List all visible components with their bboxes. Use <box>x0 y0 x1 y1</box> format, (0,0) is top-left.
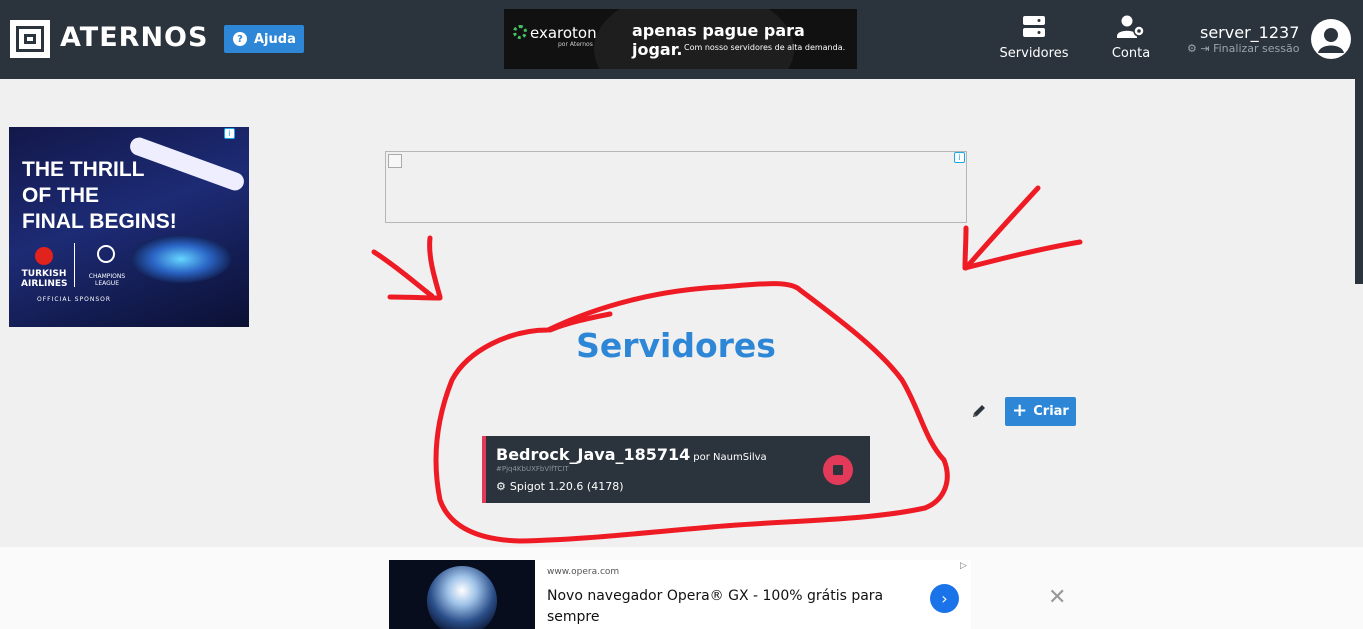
server-card[interactable]: Bedrock_Java_185714 por NaumSilva #Pjq4Kb… <box>482 436 870 503</box>
ad-league-label: CHAMPIONS LEAGUE <box>88 273 126 287</box>
user-icon <box>1318 28 1344 53</box>
ad-airline-label: TURKISH AIRLINES <box>21 269 68 289</box>
ad-info-icon[interactable]: i <box>224 128 235 139</box>
exaroton-logo-icon <box>513 25 527 39</box>
top-navbar: ATERNOS ? Ajuda exaroton por Aternos ape… <box>0 0 1363 79</box>
ad-thumbnail <box>389 560 535 629</box>
bottom-ad-opera[interactable]: www.opera.com Novo navegador Opera® GX -… <box>389 560 971 629</box>
broken-image-icon <box>388 154 402 168</box>
help-label: Ajuda <box>254 31 296 47</box>
server-status-stop-icon[interactable] <box>823 455 853 485</box>
gear-icon[interactable]: ⚙ <box>1187 42 1197 55</box>
chevron-right-icon[interactable]: › <box>930 584 959 613</box>
page-title: Servidores <box>576 326 776 365</box>
server-name: Bedrock_Java_185714 <box>496 445 691 464</box>
help-button[interactable]: ? Ajuda <box>224 25 304 53</box>
ad-title: Novo navegador Opera® GX - 100% grátis p… <box>547 588 884 625</box>
ad-brand-sub: por Aternos <box>558 41 593 48</box>
logout-icon: ⇥ <box>1200 42 1210 55</box>
question-icon: ? <box>233 32 247 46</box>
ad-info-icon[interactable]: i <box>954 152 965 163</box>
ad-placeholder[interactable] <box>385 151 967 223</box>
server-software: Spigot 1.20.6 (4178) <box>509 480 624 493</box>
turkish-airlines-logo-icon <box>35 247 53 265</box>
scrollbar[interactable] <box>1355 79 1363 284</box>
stadium-graphic <box>131 235 231 283</box>
logout-label: Finalizar sessão <box>1213 42 1300 55</box>
annotation-arrow-right <box>962 185 1083 271</box>
server-icon <box>1023 16 1045 37</box>
ad-headline: THE THRILL OF THE FINAL BEGINS! <box>22 158 177 233</box>
adchoices-icon[interactable]: ▷ <box>960 561 967 571</box>
sidebar-ad-turkish-airlines[interactable]: THE THRILL OF THE FINAL BEGINS! TURKISH … <box>9 127 249 327</box>
logout-link[interactable]: ⚙ ⇥ Finalizar sessão <box>1187 42 1299 55</box>
nav-servers-label: Servidores <box>999 46 1069 61</box>
create-server-button[interactable]: + Criar <box>1005 397 1076 426</box>
close-icon[interactable]: ✕ <box>1048 585 1066 610</box>
username: server_1237 <box>1200 23 1300 42</box>
server-owner: por NaumSilva <box>693 452 767 463</box>
account-settings-icon <box>1117 15 1145 38</box>
nav-account[interactable]: Conta <box>1091 14 1171 61</box>
ad-brand: exaroton <box>530 24 597 42</box>
brand-name[interactable]: ATERNOS <box>60 22 208 53</box>
nav-servers[interactable]: Servidores <box>994 14 1074 61</box>
server-software-row: ⚙ Spigot 1.20.6 (4178) <box>496 480 623 493</box>
ad-sponsor-label: OFFICIAL SPONSOR <box>37 296 112 303</box>
ad-url: www.opera.com <box>547 567 620 577</box>
avatar[interactable] <box>1311 19 1351 59</box>
annotation-arrow-left <box>371 235 443 301</box>
champions-league-logo-icon <box>97 245 115 263</box>
create-label: Criar <box>1033 404 1069 419</box>
server-name-row: Bedrock_Java_185714 por NaumSilva <box>496 445 767 464</box>
ad-subline: Com nosso servidores de alta demanda. <box>684 43 846 52</box>
plus-icon: + <box>1012 400 1028 421</box>
banner-ad-exaroton[interactable]: exaroton por Aternos apenas pague para j… <box>504 9 857 69</box>
aternos-logo-icon[interactable] <box>10 20 50 58</box>
ad-headline: apenas pague para jogar. <box>632 21 805 59</box>
nav-account-label: Conta <box>1111 46 1151 61</box>
gear-icon: ⚙ <box>496 480 506 493</box>
server-id: #Pjq4KbUXFbVlfTCIT <box>496 465 569 473</box>
pencil-icon[interactable] <box>970 402 988 420</box>
